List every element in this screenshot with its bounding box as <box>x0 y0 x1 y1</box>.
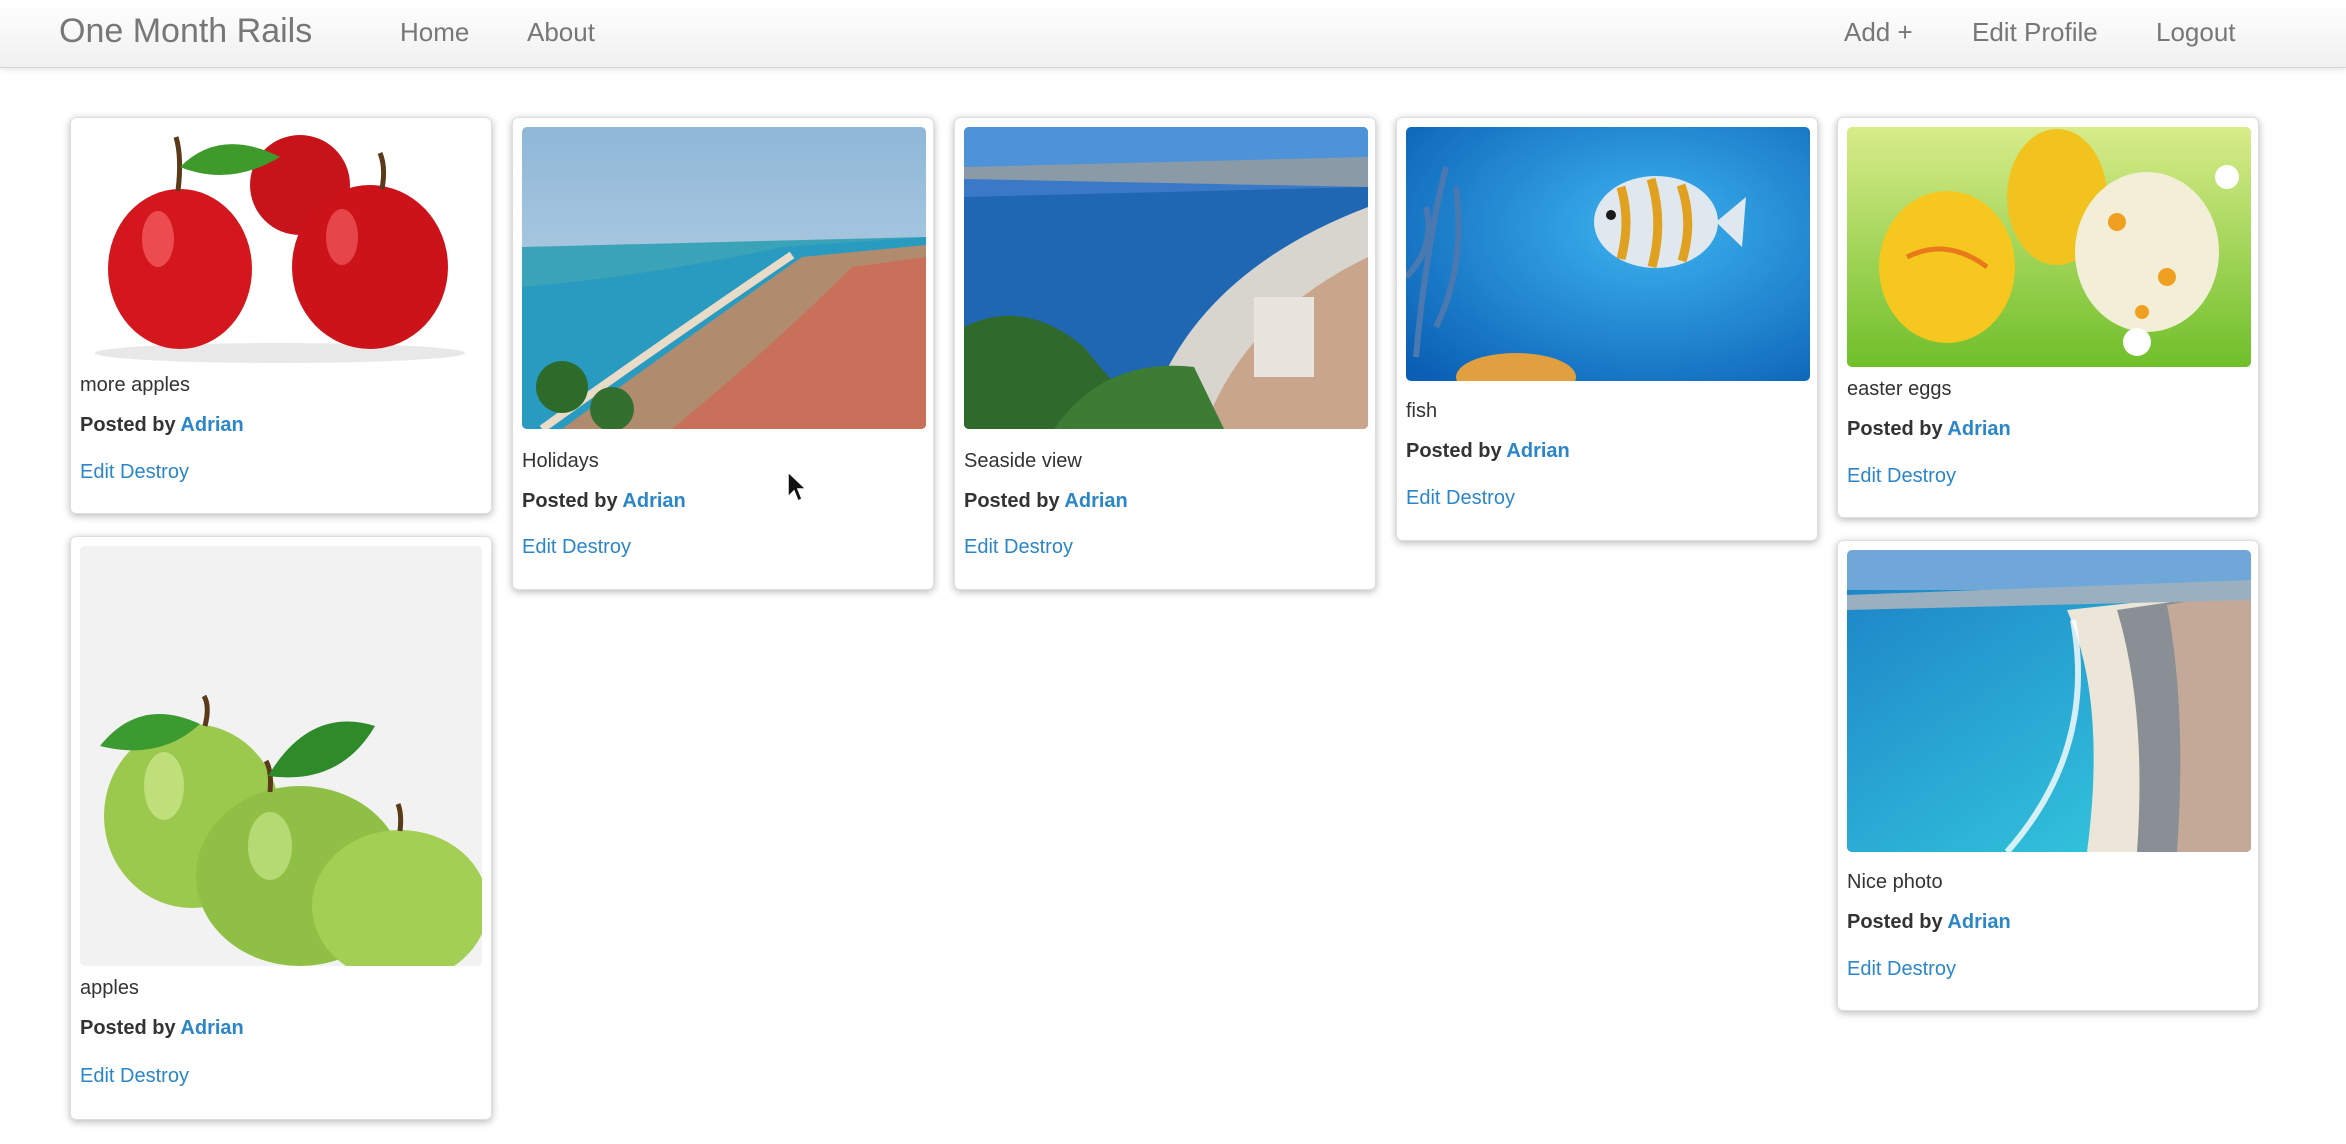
pin-card: Holidays Posted by Adrian Edit Destroy <box>512 117 934 590</box>
pin-card: more apples Posted by Adrian Edit Destro… <box>70 117 492 514</box>
pin-posted-by: Posted by Adrian <box>522 490 686 513</box>
destroy-link[interactable]: Destroy <box>562 536 631 558</box>
mouse-cursor-icon <box>787 470 808 503</box>
destroy-link[interactable]: Destroy <box>1887 958 1956 980</box>
pin-caption: more apples <box>80 374 191 396</box>
pin-posted-by: Posted by Adrian <box>1406 440 1570 463</box>
edit-link[interactable]: Edit <box>80 1065 114 1087</box>
pin-actions: Edit Destroy <box>1847 958 1956 981</box>
pin-posted-by: Posted by Adrian <box>1847 911 2011 934</box>
top-navbar: One Month Rails Home About Add + Edit Pr… <box>0 0 2346 68</box>
pin-image-easter-eggs[interactable] <box>1847 127 2251 367</box>
nav-home-link[interactable]: Home <box>400 17 469 48</box>
pin-actions: Edit Destroy <box>80 1065 189 1088</box>
pin-caption: easter eggs <box>1847 378 1952 400</box>
pin-card: apples Posted by Adrian Edit Destroy <box>70 536 492 1120</box>
posted-by-label: Posted by <box>1406 440 1502 462</box>
posted-by-label: Posted by <box>964 490 1060 512</box>
author-link[interactable]: Adrian <box>1064 490 1127 512</box>
pin-posted-by: Posted by Adrian <box>1847 418 2011 441</box>
pin-actions: Edit Destroy <box>964 536 1073 559</box>
author-link[interactable]: Adrian <box>1947 418 2010 440</box>
nav-edit-profile-link[interactable]: Edit Profile <box>1972 17 2098 48</box>
posted-by-label: Posted by <box>1847 418 1943 440</box>
pin-card: fish Posted by Adrian Edit Destroy <box>1396 117 1818 541</box>
pin-caption: Nice photo <box>1847 871 1943 893</box>
nav-logout-link[interactable]: Logout <box>2156 17 2236 48</box>
pin-actions: Edit Destroy <box>522 536 631 559</box>
pin-actions: Edit Destroy <box>1406 487 1515 510</box>
pin-card: easter eggs Posted by Adrian Edit Destro… <box>1837 117 2259 518</box>
edit-link[interactable]: Edit <box>1847 465 1881 487</box>
edit-link[interactable]: Edit <box>522 536 556 558</box>
pin-image-green-apples[interactable] <box>80 546 482 966</box>
pin-image-coastal-city[interactable] <box>522 127 926 429</box>
edit-link[interactable]: Edit <box>964 536 998 558</box>
pin-posted-by: Posted by Adrian <box>80 1017 244 1040</box>
brand-link[interactable]: One Month Rails <box>59 12 312 51</box>
posted-by-label: Posted by <box>522 490 618 512</box>
edit-link[interactable]: Edit <box>80 461 114 483</box>
pin-image-red-apples[interactable] <box>80 127 482 363</box>
pin-image-beach-promenade[interactable] <box>1847 550 2251 852</box>
destroy-link[interactable]: Destroy <box>1887 465 1956 487</box>
author-link[interactable]: Adrian <box>622 490 685 512</box>
pin-actions: Edit Destroy <box>1847 465 1956 488</box>
edit-link[interactable]: Edit <box>1847 958 1881 980</box>
pin-card: Seaside view Posted by Adrian Edit Destr… <box>954 117 1376 590</box>
pin-caption: fish <box>1406 400 1438 422</box>
pin-card: Nice photo Posted by Adrian Edit Destroy <box>1837 540 2259 1011</box>
author-link[interactable]: Adrian <box>1506 440 1569 462</box>
nav-add-link[interactable]: Add + <box>1844 17 1913 48</box>
destroy-link[interactable]: Destroy <box>120 1065 189 1087</box>
pin-posted-by: Posted by Adrian <box>964 490 1128 513</box>
destroy-link[interactable]: Destroy <box>1446 487 1515 509</box>
nav-about-link[interactable]: About <box>527 17 595 48</box>
posted-by-label: Posted by <box>1847 911 1943 933</box>
author-link[interactable]: Adrian <box>180 414 243 436</box>
pin-caption: Holidays <box>522 450 599 472</box>
destroy-link[interactable]: Destroy <box>1004 536 1073 558</box>
posted-by-label: Posted by <box>80 1017 176 1039</box>
pin-caption: apples <box>80 977 139 999</box>
pin-image-seaside-town[interactable] <box>964 127 1368 429</box>
author-link[interactable]: Adrian <box>1947 911 2010 933</box>
pin-caption: Seaside view <box>964 450 1082 472</box>
author-link[interactable]: Adrian <box>180 1017 243 1039</box>
destroy-link[interactable]: Destroy <box>120 461 189 483</box>
pin-image-tropical-fish[interactable] <box>1406 127 1810 381</box>
pin-posted-by: Posted by Adrian <box>80 414 244 437</box>
edit-link[interactable]: Edit <box>1406 487 1440 509</box>
pin-actions: Edit Destroy <box>80 461 189 484</box>
posted-by-label: Posted by <box>80 414 176 436</box>
